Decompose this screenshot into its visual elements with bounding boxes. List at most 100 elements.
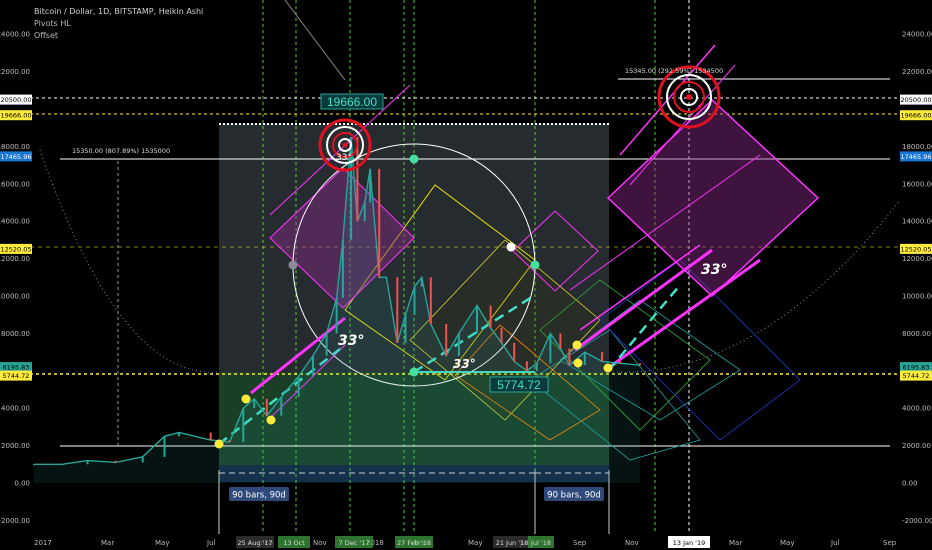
price-candle xyxy=(228,440,231,442)
price-candle xyxy=(413,286,416,315)
price-candle xyxy=(535,363,538,371)
price-candle xyxy=(86,460,89,465)
price-candle xyxy=(639,363,642,366)
y-tick-label-right: 12000.00 xyxy=(902,255,932,263)
price-marker-label-left: 19666.00 xyxy=(0,112,31,120)
y-tick-label-right: 4000.00 xyxy=(902,405,931,413)
price-candle xyxy=(525,361,528,371)
price-candle xyxy=(297,376,300,397)
y-tick-label-left: 0.00 xyxy=(14,480,30,488)
x-tick-label: May xyxy=(155,539,169,547)
x-tick-label: Jul xyxy=(830,539,840,547)
x-highlight-label: 13 Jan '19 xyxy=(673,539,705,547)
price-marker-label-right: 20500.00 xyxy=(900,96,931,104)
price-candle xyxy=(445,324,448,356)
angle-label-4: 33° xyxy=(336,153,352,163)
target-circle-right xyxy=(657,65,721,129)
y-tick-label-right: 0.00 xyxy=(902,480,918,488)
price-marker-label-right: 12520.05 xyxy=(900,245,931,253)
label-19666: 19666.00 xyxy=(327,95,377,109)
price-candle xyxy=(489,305,492,328)
price-candle xyxy=(33,464,35,466)
y-tick-label-right: -2000.00 xyxy=(902,517,932,525)
y-tick-label-right: 8000.00 xyxy=(902,330,931,338)
price-candle xyxy=(114,460,117,463)
price-candle xyxy=(280,397,283,416)
range-label-1: 90 bars, 90d xyxy=(232,491,286,501)
x-tick-label: Jul xyxy=(206,539,216,547)
price-candle xyxy=(141,456,144,463)
price-candle xyxy=(385,277,388,279)
x-highlight-label: 13 Oct xyxy=(283,539,305,547)
x-highlight-label: 21 Jun '18 xyxy=(496,539,529,547)
price-candle xyxy=(500,327,503,343)
price-candle xyxy=(325,333,328,356)
indicator-offset[interactable]: Offset xyxy=(34,30,58,41)
price-candle xyxy=(404,314,407,343)
price-candle xyxy=(559,333,562,349)
x-highlight-label: 7 Dec '17 xyxy=(339,539,370,547)
price-marker-label-left: 5744.72 xyxy=(3,372,30,380)
price-candle xyxy=(583,352,586,366)
price-marker-label-right: 5744.72 xyxy=(903,372,930,380)
angle-label-1: 33° xyxy=(338,333,364,349)
price-candle xyxy=(312,355,314,377)
price-marker-label-right: 17465.96 xyxy=(900,153,931,161)
x-tick-label: 2017 xyxy=(34,539,52,547)
price-candle xyxy=(242,408,245,442)
x-tick-label: Nov xyxy=(313,539,327,547)
price-candle xyxy=(549,333,552,364)
price-candle xyxy=(513,342,516,362)
measure-label-left: 15350.00 (807.89%) 1535000 xyxy=(72,147,170,155)
measure-label-right: 15345.00 (292.59%) 1534500 xyxy=(625,67,723,75)
price-candle xyxy=(363,202,366,222)
price-marker-label-left: 17465.96 xyxy=(0,153,31,161)
price-candle xyxy=(61,464,64,466)
angle-label-3: 33° xyxy=(701,262,727,278)
x-tick-label: Nov xyxy=(625,539,639,547)
price-candle xyxy=(396,277,399,343)
y-tick-label-right: 2000.00 xyxy=(902,442,931,450)
price-candle xyxy=(335,297,338,334)
price-candle xyxy=(253,398,256,409)
price-candle xyxy=(209,432,212,440)
y-tick-label-left: 10000.00 xyxy=(0,293,30,301)
price-candle xyxy=(420,277,423,287)
x-tick-label: Mar xyxy=(729,539,742,547)
price-candle xyxy=(619,361,622,364)
price-marker-label-right: 19666.00 xyxy=(900,112,931,120)
price-candle xyxy=(429,277,432,325)
y-tick-label-right: 14000.00 xyxy=(902,218,932,226)
x-tick-label: Mar xyxy=(101,539,114,547)
y-tick-label-left: 4000.00 xyxy=(1,405,30,413)
y-tick-label-left: 22000.00 xyxy=(0,68,30,76)
y-tick-label-right: 18000.00 xyxy=(902,143,932,151)
chart-canvas[interactable]: 19666.00 5774.72 33° 33° 33° 33° 15350.0… xyxy=(0,0,932,550)
price-candle xyxy=(457,333,460,356)
y-tick-label-left: 2000.00 xyxy=(1,442,30,450)
y-tick-label-right: 24000.00 xyxy=(902,31,932,39)
y-tick-label-right: 22000.00 xyxy=(902,68,932,76)
x-tick-label: May xyxy=(780,539,794,547)
price-candle xyxy=(476,305,478,334)
chart-title: Bitcoin / Dollar, 1D, BITSTAMP, Heikin A… xyxy=(34,7,204,16)
x-tick-label: May xyxy=(468,539,482,547)
y-tick-label-right: 10000.00 xyxy=(902,293,932,301)
x-tick-label: Sep xyxy=(883,539,897,547)
price-marker-label-left: 6195.83 xyxy=(3,364,30,372)
price-candle xyxy=(378,168,381,278)
indicator-pivots[interactable]: Pivots HL xyxy=(34,18,71,29)
x-tick-label: Sep xyxy=(573,539,587,547)
x-highlight-label: 27 Feb '18 xyxy=(397,539,431,547)
price-candle xyxy=(265,398,268,416)
price-marker-label-left: 20500.00 xyxy=(0,96,31,104)
price-candle xyxy=(178,432,180,437)
y-tick-label-left: 16000.00 xyxy=(0,180,30,188)
y-tick-label-left: 14000.00 xyxy=(0,218,30,226)
angle-label-2: 33° xyxy=(453,357,476,371)
x-highlight-label: Jul '18 xyxy=(530,539,551,547)
price-candle xyxy=(601,352,604,362)
price-marker-label-left: 12520.05 xyxy=(0,245,31,253)
y-tick-label-left: 8000.00 xyxy=(1,330,30,338)
range-label-2: 90 bars, 90d xyxy=(547,491,601,501)
